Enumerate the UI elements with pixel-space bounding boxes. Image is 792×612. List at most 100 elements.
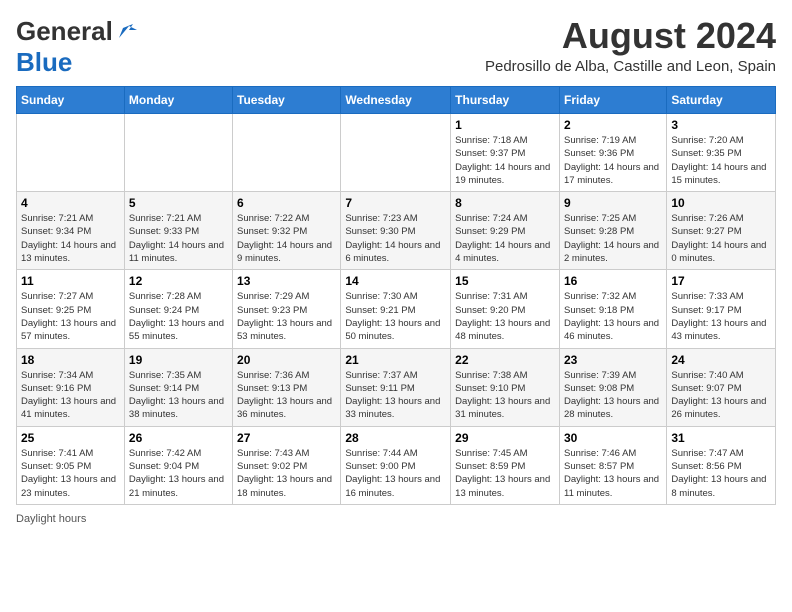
- calendar-cell: 13Sunrise: 7:29 AM Sunset: 9:23 PM Dayli…: [233, 270, 341, 348]
- calendar-cell: 30Sunrise: 7:46 AM Sunset: 8:57 PM Dayli…: [559, 426, 666, 504]
- calendar-cell: 29 Sunrise: 7:45 AM Sunset: 8:59 PM Dayli…: [451, 426, 560, 504]
- day-number: 6: [237, 196, 336, 210]
- day-info: Sunrise: 7:45 AM Sunset: 8:59 PM Dayligh…: [455, 447, 555, 500]
- day-info: Sunrise: 7:35 AM Sunset: 9:14 PM Dayligh…: [129, 369, 228, 422]
- calendar-week-row: 1 Sunrise: 7:18 AM Sunset: 9:37 PM Daylig…: [17, 114, 776, 192]
- day-info: Sunrise: 7:27 AM Sunset: 9:25 PM Dayligh…: [21, 290, 120, 343]
- calendar-cell: [341, 114, 451, 192]
- calendar-cell: 8 Sunrise: 7:24 AM Sunset: 9:29 PM Daylig…: [451, 192, 560, 270]
- day-number: 26: [129, 431, 228, 445]
- day-info: Sunrise: 7:21 AM Sunset: 9:34 PM Dayligh…: [21, 212, 120, 265]
- calendar-week-row: 25Sunrise: 7:41 AM Sunset: 9:05 PM Dayli…: [17, 426, 776, 504]
- day-info: Sunrise: 7:40 AM Sunset: 9:07 PM Dayligh…: [671, 369, 771, 422]
- weekday-header-tuesday: Tuesday: [233, 87, 341, 114]
- day-info: Sunrise: 7:44 AM Sunset: 9:00 PM Dayligh…: [345, 447, 446, 500]
- day-number: 7: [345, 196, 446, 210]
- day-number: 17: [671, 274, 771, 288]
- calendar-cell: 22 Sunrise: 7:38 AM Sunset: 9:10 PM Dayli…: [451, 348, 560, 426]
- calendar-cell: 9Sunrise: 7:25 AM Sunset: 9:28 PM Daylig…: [559, 192, 666, 270]
- calendar-cell: 28Sunrise: 7:44 AM Sunset: 9:00 PM Dayli…: [341, 426, 451, 504]
- weekday-header-monday: Monday: [124, 87, 232, 114]
- calendar-cell: 15 Sunrise: 7:31 AM Sunset: 9:20 PM Dayli…: [451, 270, 560, 348]
- weekday-header-thursday: Thursday: [451, 87, 560, 114]
- day-number: 9: [564, 196, 662, 210]
- day-number: 18: [21, 353, 120, 367]
- day-number: 30: [564, 431, 662, 445]
- day-number: 21: [345, 353, 446, 367]
- day-info: Sunrise: 7:36 AM Sunset: 9:13 PM Dayligh…: [237, 369, 336, 422]
- calendar-cell: 2Sunrise: 7:19 AM Sunset: 9:36 PM Daylig…: [559, 114, 666, 192]
- day-info: Sunrise: 7:22 AM Sunset: 9:32 PM Dayligh…: [237, 212, 336, 265]
- day-number: 27: [237, 431, 336, 445]
- calendar-cell: 21Sunrise: 7:37 AM Sunset: 9:11 PM Dayli…: [341, 348, 451, 426]
- day-info: Sunrise: 7:31 AM Sunset: 9:20 PM Dayligh…: [455, 290, 555, 343]
- calendar-cell: 27Sunrise: 7:43 AM Sunset: 9:02 PM Dayli…: [233, 426, 341, 504]
- day-number: 29: [455, 431, 555, 445]
- calendar-week-row: 4 Sunrise: 7:21 AM Sunset: 9:34 PM Daylig…: [17, 192, 776, 270]
- day-info: Sunrise: 7:18 AM Sunset: 9:37 PM Dayligh…: [455, 134, 555, 187]
- logo-general-text: General: [16, 16, 113, 47]
- day-number: 23: [564, 353, 662, 367]
- logo-blue-text: Blue: [16, 47, 72, 77]
- weekday-header-saturday: Saturday: [667, 87, 776, 114]
- day-number: 11: [21, 274, 120, 288]
- day-number: 14: [345, 274, 446, 288]
- calendar-cell: 1 Sunrise: 7:18 AM Sunset: 9:37 PM Daylig…: [451, 114, 560, 192]
- day-number: 19: [129, 353, 228, 367]
- calendar-cell: 3 Sunrise: 7:20 AM Sunset: 9:35 PM Daylig…: [667, 114, 776, 192]
- calendar-cell: 31 Sunrise: 7:47 AM Sunset: 8:56 PM Dayli…: [667, 426, 776, 504]
- day-number: 4: [21, 196, 120, 210]
- day-number: 10: [671, 196, 771, 210]
- day-number: 25: [21, 431, 120, 445]
- day-number: 31: [671, 431, 771, 445]
- day-number: 1: [455, 118, 555, 132]
- weekday-header-sunday: Sunday: [17, 87, 125, 114]
- month-year-title: August 2024: [485, 16, 776, 56]
- daylight-label: Daylight hours: [16, 513, 86, 525]
- day-number: 3: [671, 118, 771, 132]
- day-number: 24: [671, 353, 771, 367]
- calendar-cell: 24 Sunrise: 7:40 AM Sunset: 9:07 PM Dayli…: [667, 348, 776, 426]
- calendar-cell: 18 Sunrise: 7:34 AM Sunset: 9:16 PM Dayli…: [17, 348, 125, 426]
- calendar-cell: [124, 114, 232, 192]
- day-number: 15: [455, 274, 555, 288]
- page-header: General Blue August 2024 Pedrosillo de A…: [16, 16, 776, 78]
- logo-bird-icon: [115, 20, 137, 42]
- day-info: Sunrise: 7:26 AM Sunset: 9:27 PM Dayligh…: [671, 212, 771, 265]
- calendar-cell: 11 Sunrise: 7:27 AM Sunset: 9:25 PM Dayli…: [17, 270, 125, 348]
- calendar-week-row: 11 Sunrise: 7:27 AM Sunset: 9:25 PM Dayli…: [17, 270, 776, 348]
- day-number: 2: [564, 118, 662, 132]
- title-block: August 2024 Pedrosillo de Alba, Castille…: [485, 16, 776, 75]
- calendar-cell: 14 Sunrise: 7:30 AM Sunset: 9:21 PM Dayli…: [341, 270, 451, 348]
- location-text: Pedrosillo de Alba, Castille and Leon, S…: [485, 58, 776, 75]
- day-number: 22: [455, 353, 555, 367]
- calendar-cell: 12Sunrise: 7:28 AM Sunset: 9:24 PM Dayli…: [124, 270, 232, 348]
- calendar-cell: [17, 114, 125, 192]
- calendar-table: SundayMondayTuesdayWednesdayThursdayFrid…: [16, 86, 776, 505]
- day-info: Sunrise: 7:21 AM Sunset: 9:33 PM Dayligh…: [129, 212, 228, 265]
- calendar-cell: 20Sunrise: 7:36 AM Sunset: 9:13 PM Dayli…: [233, 348, 341, 426]
- logo: General Blue: [16, 16, 137, 78]
- day-info: Sunrise: 7:38 AM Sunset: 9:10 PM Dayligh…: [455, 369, 555, 422]
- day-number: 12: [129, 274, 228, 288]
- day-info: Sunrise: 7:47 AM Sunset: 8:56 PM Dayligh…: [671, 447, 771, 500]
- day-info: Sunrise: 7:30 AM Sunset: 9:21 PM Dayligh…: [345, 290, 446, 343]
- calendar-cell: 17 Sunrise: 7:33 AM Sunset: 9:17 PM Dayli…: [667, 270, 776, 348]
- calendar-cell: 25Sunrise: 7:41 AM Sunset: 9:05 PM Dayli…: [17, 426, 125, 504]
- day-info: Sunrise: 7:33 AM Sunset: 9:17 PM Dayligh…: [671, 290, 771, 343]
- calendar-cell: 10 Sunrise: 7:26 AM Sunset: 9:27 PM Dayli…: [667, 192, 776, 270]
- calendar-week-row: 18 Sunrise: 7:34 AM Sunset: 9:16 PM Dayli…: [17, 348, 776, 426]
- calendar-cell: 26Sunrise: 7:42 AM Sunset: 9:04 PM Dayli…: [124, 426, 232, 504]
- calendar-cell: 4 Sunrise: 7:21 AM Sunset: 9:34 PM Daylig…: [17, 192, 125, 270]
- day-info: Sunrise: 7:24 AM Sunset: 9:29 PM Dayligh…: [455, 212, 555, 265]
- day-info: Sunrise: 7:20 AM Sunset: 9:35 PM Dayligh…: [671, 134, 771, 187]
- day-number: 13: [237, 274, 336, 288]
- calendar-cell: 6 Sunrise: 7:22 AM Sunset: 9:32 PM Daylig…: [233, 192, 341, 270]
- calendar-cell: 7Sunrise: 7:23 AM Sunset: 9:30 PM Daylig…: [341, 192, 451, 270]
- calendar-cell: 16Sunrise: 7:32 AM Sunset: 9:18 PM Dayli…: [559, 270, 666, 348]
- day-number: 8: [455, 196, 555, 210]
- weekday-header-friday: Friday: [559, 87, 666, 114]
- calendar-cell: 23Sunrise: 7:39 AM Sunset: 9:08 PM Dayli…: [559, 348, 666, 426]
- day-info: Sunrise: 7:34 AM Sunset: 9:16 PM Dayligh…: [21, 369, 120, 422]
- calendar-cell: [233, 114, 341, 192]
